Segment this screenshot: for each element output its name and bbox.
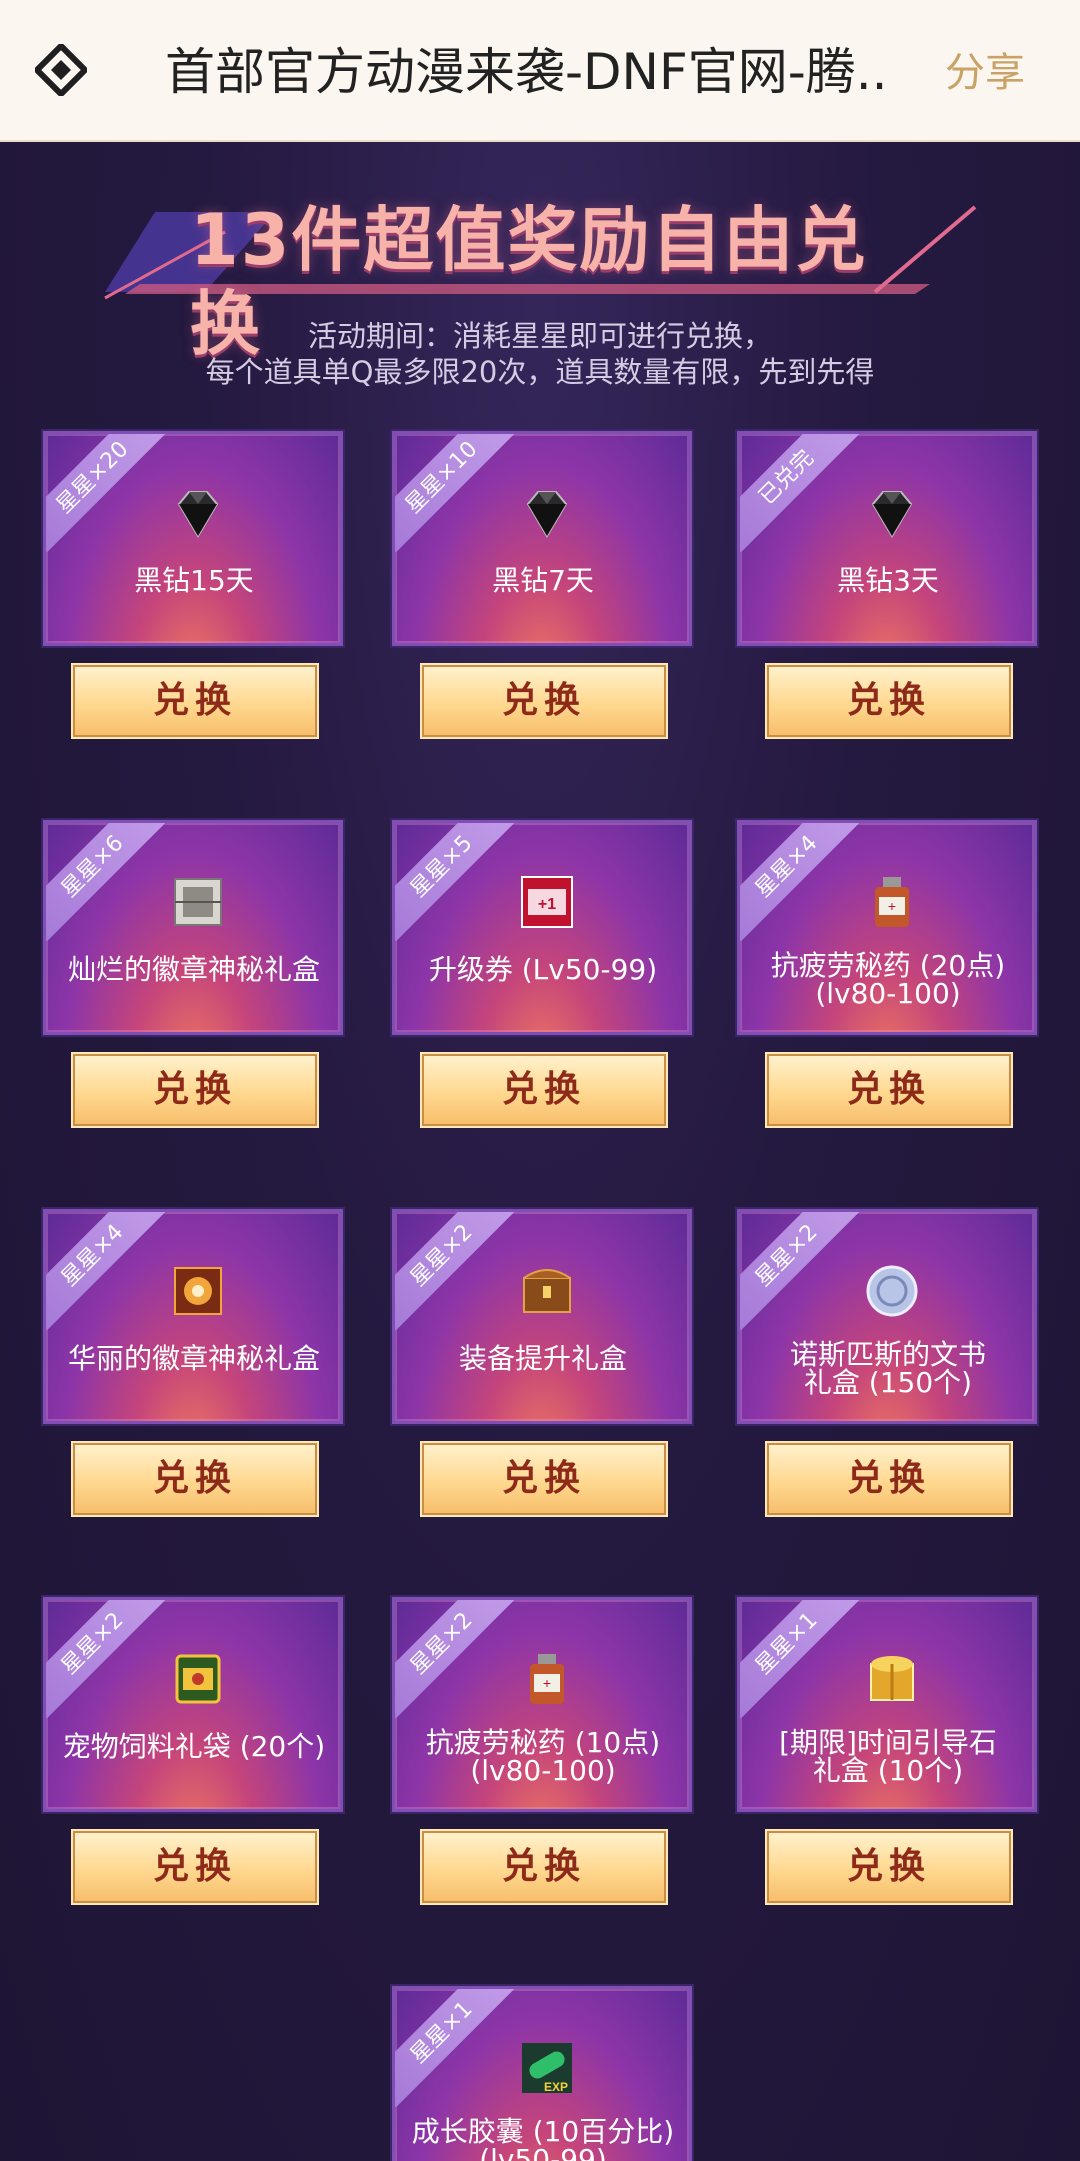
potion-icon: + [530,1654,564,1704]
reward-card: 星星×1 EXP 成长胶囊 (10百分比) (lv50-99) [392,1986,692,2161]
reward-card: 星星×20 黑钻15天 [43,431,343,646]
reward-name: 黑钻3天 [837,564,939,597]
reward-name-line2: (lv80-100) [815,977,961,1010]
silver-coin-icon [866,1265,918,1317]
star-cost-ribbon: 星星×1 [740,1600,862,1719]
exchange-button[interactable]: 兑换 [420,663,668,739]
exchange-button[interactable]: 兑换 [420,1052,668,1128]
exchange-button[interactable]: 兑换 [420,1829,668,1905]
exchange-button[interactable]: 兑换 [765,663,1013,739]
svg-text:+: + [543,1675,551,1691]
event-description-line2: 每个道具单Q最多限20次，道具数量有限，先到先得 [205,355,875,389]
reward-card: 已兑完黑钻3天 [737,431,1037,646]
share-button[interactable]: 分享 [945,46,1055,100]
fancy-badge-box-icon [174,1267,222,1315]
pet-food-icon [175,1654,221,1704]
star-cost-ribbon: 星星×10 [395,434,517,553]
star-cost-ribbon: 星星×2 [740,1212,862,1331]
reward-name-line2: (lv50-99) [479,2143,607,2161]
reward-card: 星星×4 + 抗疲劳秘药 (20点) (lv80-100) [737,820,1037,1035]
exchange-button[interactable]: 兑换 [71,663,319,739]
level-ticket-icon: +1 [521,876,573,928]
reward-name-line2: 礼盒 (150个) [803,1366,973,1399]
banner-title: 13件超值奖励自由兑换 [190,199,868,365]
reward-name: 装备提升礼盒 [458,1342,627,1375]
reward-card: 星星×1 [期限]时间引导石 礼盒 (10个) [737,1597,1037,1812]
exchange-button[interactable]: 兑换 [765,1441,1013,1517]
reward-card: 星星×2 宠物饲料礼袋 (20个) [43,1597,343,1812]
exchange-button[interactable]: 兑换 [71,1052,319,1128]
black-diamond-icon [871,491,913,538]
reward-card: 星星×4 华丽的徽章神秘礼盒 [43,1209,343,1424]
reward-name-line2: (lv80-100) [470,1754,616,1787]
reward-card: 星星×10 黑钻7天 [392,431,692,646]
exchange-section: 13件超值奖励自由兑换 活动期间：消耗星星即可进行兑换， 每个道具单Q最多限20… [0,142,1080,2161]
reward-name: 黑钻15天 [134,564,254,597]
exchange-button[interactable]: 兑换 [71,1441,319,1517]
badge-box-icon [174,878,222,926]
potion-icon: + [875,877,909,927]
event-description-line1: 活动期间：消耗星星即可进行兑换， [307,319,772,353]
star-cost-ribbon: 星星×2 [395,1212,517,1331]
star-cost-ribbon: 星星×1 [395,1989,517,2108]
top-bar: 首部官方动漫来袭-DNF官网-腾.. 分享 [0,0,1080,142]
exchange-button[interactable]: 兑换 [420,1441,668,1517]
exchange-button[interactable]: 兑换 [71,1829,319,1905]
svg-text:EXP: EXP [544,2080,568,2094]
star-cost-ribbon: 星星×6 [46,823,168,942]
reward-card: 星星×2 装备提升礼盒 [392,1209,692,1424]
star-cost-ribbon: 星星×2 [395,1600,517,1719]
svg-text:+: + [888,898,896,914]
reward-name: 华丽的徽章神秘礼盒 [67,1342,320,1375]
reward-name: 宠物饲料礼袋 (20个) [62,1730,326,1763]
reward-name: 黑钻7天 [492,564,594,597]
reward-name: 灿烂的徽章神秘礼盒 [67,953,320,986]
logo-back-icon[interactable] [35,44,87,96]
gold-box-icon [870,1656,914,1701]
reward-card: 星星×2 + 抗疲劳秘药 (10点) (lv80-100) [392,1597,692,1812]
reward-name-line2: 礼盒 (10个) [812,1754,964,1787]
star-cost-ribbon: 星星×4 [740,823,862,942]
svg-text:+1: +1 [538,896,556,913]
reward-card: 星星×6 灿烂的徽章神秘礼盒 [43,820,343,1035]
star-cost-ribbon: 已兑完 [740,434,862,553]
reward-name: 升级券 (Lv50-99) [428,953,658,986]
star-cost-ribbon: 星星×4 [46,1212,168,1331]
exchange-button[interactable]: 兑换 [765,1052,1013,1128]
page-title: 首部官方动漫来袭-DNF官网-腾.. [165,43,888,101]
exp-capsule-icon: EXP [522,2043,572,2094]
black-diamond-icon [526,491,568,538]
reward-card: 星星×5 +1 升级券 (Lv50-99) [392,820,692,1035]
reward-card: 星星×2 诺斯匹斯的文书 礼盒 (150个) [737,1209,1037,1424]
star-cost-ribbon: 星星×5 [395,823,517,942]
black-diamond-icon [177,491,219,538]
treasure-chest-icon [523,1269,571,1313]
star-cost-ribbon: 星星×20 [46,434,168,553]
star-cost-ribbon: 星星×2 [46,1600,168,1719]
exchange-button[interactable]: 兑换 [765,1829,1013,1905]
